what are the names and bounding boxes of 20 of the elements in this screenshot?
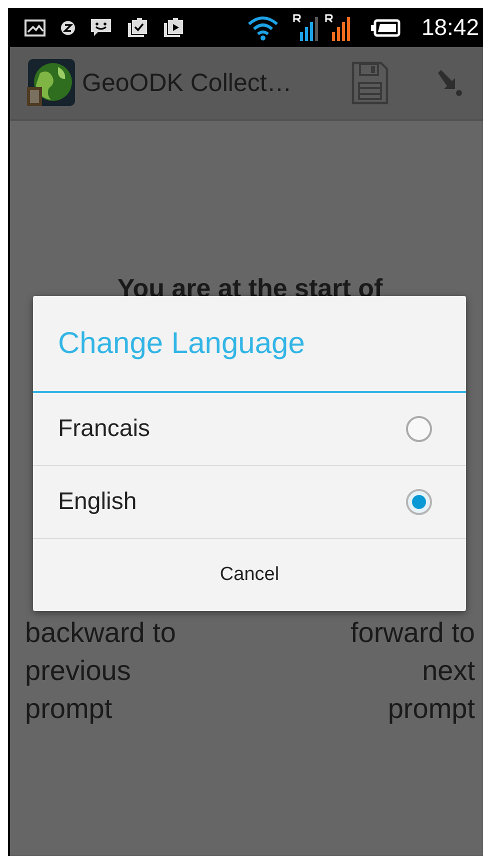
dialog-title: Change Language xyxy=(33,296,466,393)
back-hint: backward to previous prompt xyxy=(25,616,176,726)
play-bag-icon xyxy=(162,18,184,38)
forward-hint: forward to next prompt xyxy=(350,616,475,726)
language-option[interactable]: English xyxy=(33,466,466,539)
wifi-icon xyxy=(247,14,280,40)
arrow-dot-icon[interactable] xyxy=(437,69,463,97)
language-option[interactable]: Francais xyxy=(33,393,466,466)
radio-button[interactable] xyxy=(406,489,432,515)
circle-z-icon xyxy=(60,20,76,36)
save-icon[interactable] xyxy=(351,61,389,105)
clock: 18:42 xyxy=(421,14,479,41)
app-logo-icon[interactable] xyxy=(26,59,76,107)
radio-button[interactable] xyxy=(406,416,432,442)
battery-icon xyxy=(371,18,402,36)
cancel-button[interactable]: Cancel xyxy=(33,539,466,611)
app-title: GeoODK Collect… xyxy=(82,68,293,98)
image-icon xyxy=(24,18,46,36)
chat-icon xyxy=(90,18,112,38)
clipboard-check-icon xyxy=(126,18,148,38)
